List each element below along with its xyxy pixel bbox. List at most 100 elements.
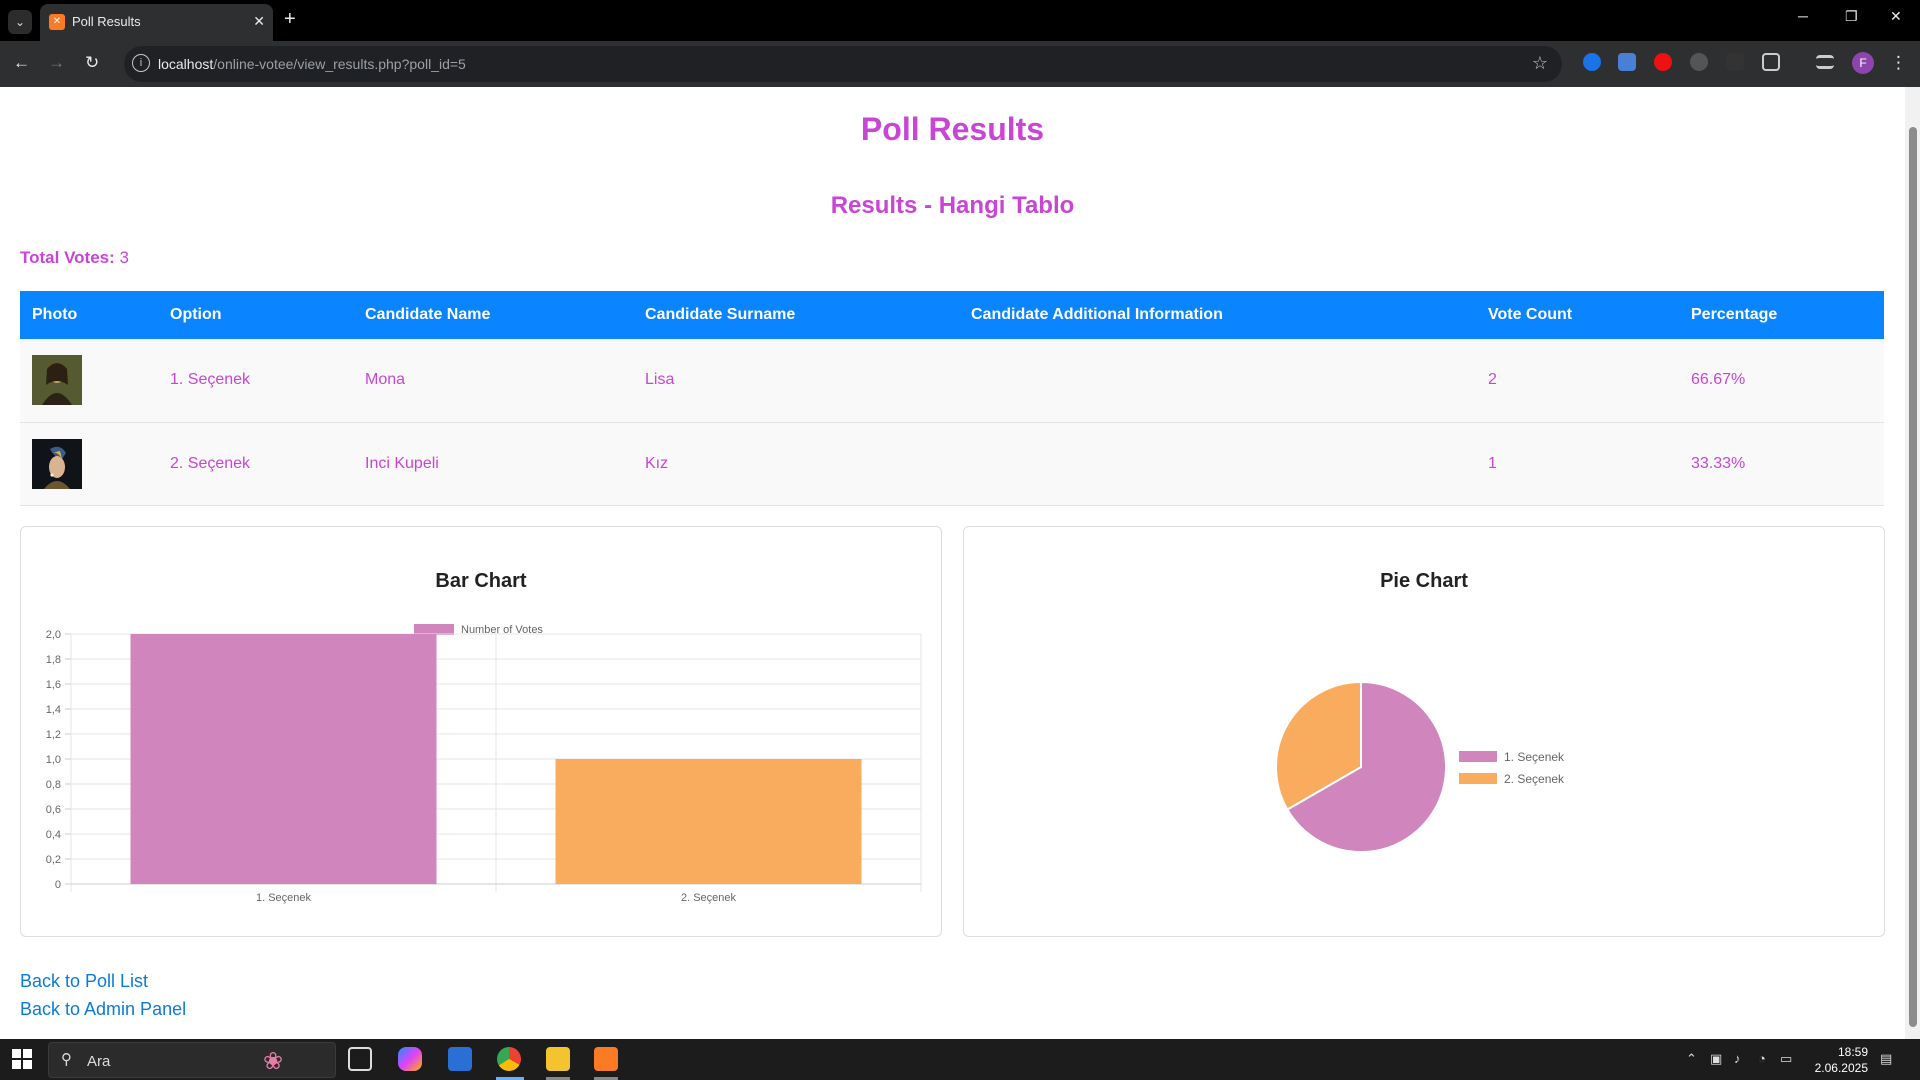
extension-5-icon[interactable] [1726,53,1744,71]
network-icon[interactable]: ◔ [1758,1051,1766,1066]
translate-extension-icon[interactable] [1618,53,1636,71]
tab-search-button[interactable]: ⌄ [8,10,32,34]
search-icon: ⚲ [61,1051,72,1068]
pie-legend-label: 2. Seçenek [1504,772,1565,786]
browser-tab[interactable]: ✕ Poll Results ✕ [40,4,273,41]
option-cell: 1. Seçenek [158,339,353,423]
notifications-icon[interactable]: ▤ [1880,1051,1892,1067]
header-vote-count: Vote Count [1488,306,1573,323]
bar-y-tick-label: 0,8 [46,779,61,791]
site-info-icon[interactable]: i [132,54,150,72]
back-to-poll-list-link[interactable]: Back to Poll List [20,967,186,995]
taskbar-clock[interactable]: 18:59 2.06.2025 [1800,1044,1868,1076]
tray-chevron-icon[interactable]: ⌃ [1686,1051,1697,1067]
xampp-taskbar-icon[interactable] [594,1047,618,1071]
copilot-icon[interactable] [398,1047,422,1071]
table-row: 2. Seçenek Inci Kupeli Kız 1 33.33% [20,422,1884,506]
additional-info-cell [959,339,1476,423]
bar-y-tick-label: 0 [55,879,61,891]
bar-x-tick-label: 2. Seçenek [681,892,737,904]
task-view-icon[interactable] [348,1047,372,1071]
bar-legend-swatch [414,624,454,635]
bar-y-tick-label: 1,8 [46,654,61,666]
candidate-name-cell: Mona [353,339,633,423]
back-arrow-icon[interactable]: ← [13,53,30,73]
bar-chart-card: Bar Chart Number of Votes 0 0,2 0,4 0,6 0,8 1,… [20,526,942,937]
bookmark-star-icon[interactable]: ☆ [1532,53,1548,74]
butterfly-flower-icon: ❀ [263,1048,284,1075]
bar-y-tick-label: 0,4 [46,829,61,841]
bar-y-tick-label: 0,2 [46,854,61,866]
poll-subtitle: Results - Hangi Tablo [830,192,1075,219]
profile-avatar[interactable]: F [1852,52,1874,74]
total-votes-label: Total Votes: [20,248,115,267]
extension-4-icon[interactable] [1690,53,1708,71]
mona-lisa-thumbnail [32,355,82,406]
forward-arrow-icon[interactable]: → [48,53,65,73]
url-host: localhost [158,56,214,72]
scrollbar-thumb[interactable] [1909,127,1917,1027]
bar-y-tick-label: 0,6 [46,804,61,816]
bar-x-tick-label: 1. Seçenek [256,892,312,904]
browser-menu-icon[interactable]: ⋮ [1890,53,1907,73]
volume-icon[interactable]: ♪ [1734,1051,1741,1066]
browser-toolbar: ← → ↻ i localhost/online-votee/view_resu… [0,41,1920,87]
store-icon[interactable] [448,1047,472,1071]
pie-legend-swatch [1459,751,1497,762]
photo-cell [20,422,158,506]
header-option: Option [170,306,222,323]
address-bar[interactable]: i localhost/online-votee/view_results.ph… [124,46,1562,82]
header-photo: Photo [32,306,78,323]
candidate-surname-cell: Kız [633,422,959,506]
new-tab-button[interactable]: + [284,8,296,31]
bar-y-tick-label: 1,0 [46,754,61,766]
page-title: Poll Results [860,111,1045,147]
windows-taskbar: ⚲ Ara ❀ ⌃ ▣ ♪ ◔ ▭ 18:59 2.06.2025 ▤ [0,1039,1920,1080]
vote-count-cell: 1 [1476,422,1679,506]
chrome-taskbar-icon[interactable] [497,1047,521,1071]
minimize-icon[interactable]: ─ [1798,8,1808,24]
pie-chart: 1. Seçenek 2. Seçenek [1275,680,1565,853]
teams-tray-icon[interactable]: ▣ [1710,1051,1722,1067]
tab-close-icon[interactable]: ✕ [253,13,265,30]
pie-legend-label: 1. Seçenek [1504,750,1565,764]
bar-y-tick-label: 1,4 [46,704,61,716]
back-to-admin-panel-link[interactable]: Back to Admin Panel [20,995,186,1023]
tab-title: Poll Results [72,14,141,29]
percentage-cell: 33.33% [1679,422,1884,506]
window-close-icon[interactable]: ✕ [1890,8,1902,25]
extension-1-icon[interactable] [1583,53,1601,71]
page-scrollbar[interactable] [1905,87,1920,1039]
xampp-favicon-icon: ✕ [49,14,65,30]
vote-count-cell: 2 [1476,339,1679,423]
footer-links: Back to Poll List Back to Admin Panel [20,967,186,1023]
battery-icon[interactable]: ▭ [1780,1051,1792,1067]
windows-start-icon[interactable] [12,1049,32,1069]
percentage-cell: 66.67% [1679,339,1884,423]
extensions-puzzle-icon[interactable] [1762,53,1780,71]
bar-y-tick-label: 1,2 [46,729,61,741]
candidate-name-cell: Inci Kupeli [353,422,633,506]
total-votes-value: 3 [119,248,129,267]
total-votes: Total Votes: 3 [20,248,129,268]
header-additional-info: Candidate Additional Information [971,306,1223,323]
bar-2 [555,759,862,884]
taskbar-search-box[interactable]: ⚲ Ara ❀ [48,1042,336,1078]
table-row: 1. Seçenek Mona Lisa 2 66.67% [20,339,1884,423]
url-text[interactable]: localhost/online-votee/view_results.php?… [158,56,466,72]
media-control-icon[interactable] [1816,55,1834,69]
pie-chart-card: Pie Chart 1. Seçenek 2. Seçenek [963,526,1885,937]
pie-legend-swatch [1459,773,1497,784]
restore-icon[interactable]: ❐ [1845,8,1858,25]
extension-3-icon[interactable] [1654,53,1672,71]
bar-y-tick-label: 2,0 [46,629,61,641]
file-explorer-icon[interactable] [546,1047,570,1071]
header-percentage: Percentage [1691,306,1778,323]
taskbar-search-text: Ara [87,1053,111,1070]
browser-tabstrip: ⌄ ✕ Poll Results ✕ + ─ ❐ ✕ [0,0,1920,41]
clock-date: 2.06.2025 [1814,1061,1868,1075]
bar-1 [130,634,437,884]
url-path: /online-votee/view_results.php?poll_id=5 [213,56,466,72]
pearl-earring-thumbnail [32,438,82,489]
reload-icon[interactable]: ↻ [85,53,99,73]
